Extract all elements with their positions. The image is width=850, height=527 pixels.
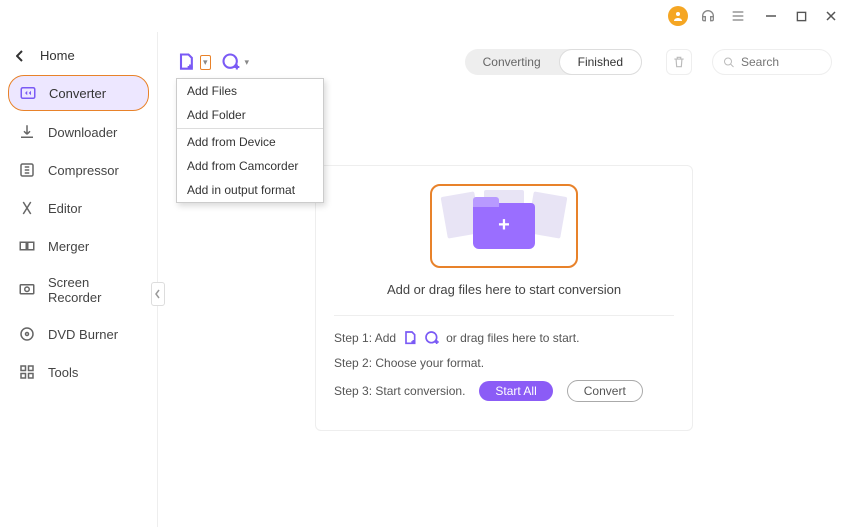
chevron-down-icon: ▾ bbox=[200, 55, 211, 70]
step-3-text: Step 3: Start conversion. bbox=[334, 384, 465, 398]
sidebar-item-dvd-burner[interactable]: DVD Burner bbox=[8, 317, 149, 351]
step-3: Step 3: Start conversion. Start All Conv… bbox=[334, 380, 674, 402]
tab-finished[interactable]: Finished bbox=[559, 49, 642, 75]
dropdown-item-add-output[interactable]: Add in output format bbox=[177, 178, 323, 202]
sidebar-home-label: Home bbox=[40, 48, 75, 63]
add-dropdown-menu: Add Files Add Folder Add from Device Add… bbox=[176, 78, 324, 203]
sidebar-item-label: Tools bbox=[48, 365, 78, 380]
convert-button[interactable]: Convert bbox=[567, 380, 643, 402]
drop-zone[interactable]: + bbox=[430, 184, 578, 268]
dropdown-item-add-folder[interactable]: Add Folder bbox=[177, 103, 323, 127]
sidebar-item-label: Editor bbox=[48, 201, 82, 216]
sidebar: Home Converter Downloader Compressor Edi… bbox=[0, 32, 158, 527]
sidebar-item-tools[interactable]: Tools bbox=[8, 355, 149, 389]
sidebar-item-downloader[interactable]: Downloader bbox=[8, 115, 149, 149]
step-1-suffix: or drag files here to start. bbox=[446, 331, 579, 345]
sidebar-collapse-button[interactable] bbox=[151, 282, 165, 306]
sidebar-home[interactable]: Home bbox=[6, 40, 151, 71]
downloader-icon bbox=[18, 123, 36, 141]
search-input[interactable] bbox=[741, 55, 821, 69]
plus-icon: + bbox=[498, 214, 510, 237]
headset-icon[interactable] bbox=[698, 6, 718, 26]
dropdown-item-add-files[interactable]: Add Files bbox=[177, 79, 323, 103]
dvd-burner-icon bbox=[18, 325, 36, 343]
search-box[interactable] bbox=[712, 49, 832, 75]
close-button[interactable] bbox=[824, 9, 838, 23]
sidebar-item-label: Compressor bbox=[48, 163, 119, 178]
step-2: Step 2: Choose your format. bbox=[334, 356, 674, 370]
sidebar-item-label: Merger bbox=[48, 239, 89, 254]
disc-add-icon bbox=[424, 330, 440, 346]
dropdown-item-add-device[interactable]: Add from Device bbox=[177, 130, 323, 154]
merger-icon bbox=[18, 237, 36, 255]
step-2-text: Step 2: Choose your format. bbox=[334, 356, 484, 370]
converter-icon bbox=[19, 84, 37, 102]
toolbar: ▾ ▾ Converting Finished Add Files Add Fo… bbox=[176, 44, 832, 80]
tab-converting[interactable]: Converting bbox=[465, 49, 559, 75]
dropdown-separator bbox=[177, 128, 323, 129]
sidebar-item-compressor[interactable]: Compressor bbox=[8, 153, 149, 187]
step-1-prefix: Step 1: Add bbox=[334, 331, 396, 345]
sidebar-item-label: Converter bbox=[49, 86, 106, 101]
chevron-down-icon: ▾ bbox=[245, 57, 250, 68]
sidebar-item-converter[interactable]: Converter bbox=[8, 75, 149, 111]
search-icon bbox=[723, 56, 735, 69]
back-icon bbox=[16, 50, 24, 62]
start-all-button[interactable]: Start All bbox=[479, 381, 552, 401]
sidebar-item-label: Screen Recorder bbox=[48, 275, 139, 305]
drop-zone-message: Add or drag files here to start conversi… bbox=[334, 282, 674, 297]
maximize-button[interactable] bbox=[794, 9, 808, 23]
trash-button[interactable] bbox=[666, 49, 692, 75]
add-disc-button[interactable]: ▾ bbox=[221, 52, 250, 72]
status-tabs: Converting Finished bbox=[465, 49, 642, 75]
tools-icon bbox=[18, 363, 36, 381]
sidebar-item-merger[interactable]: Merger bbox=[8, 229, 149, 263]
menu-icon[interactable] bbox=[728, 6, 748, 26]
sidebar-item-label: Downloader bbox=[48, 125, 117, 140]
step-1: Step 1: Add or drag files here to start. bbox=[334, 330, 674, 346]
folder-icon: + bbox=[473, 203, 535, 249]
main-pane: ▾ ▾ Converting Finished Add Files Add Fo… bbox=[158, 32, 850, 527]
add-file-button[interactable]: ▾ bbox=[176, 52, 211, 72]
sidebar-item-screen-recorder[interactable]: Screen Recorder bbox=[8, 267, 149, 313]
file-add-icon bbox=[402, 330, 418, 346]
editor-icon bbox=[18, 199, 36, 217]
sidebar-item-editor[interactable]: Editor bbox=[8, 191, 149, 225]
minimize-button[interactable] bbox=[764, 9, 778, 23]
sidebar-item-label: DVD Burner bbox=[48, 327, 118, 342]
compressor-icon bbox=[18, 161, 36, 179]
steps-panel: Step 1: Add or drag files here to start.… bbox=[334, 315, 674, 402]
empty-state-card: + Add or drag files here to start conver… bbox=[315, 165, 693, 431]
screen-recorder-icon bbox=[18, 281, 36, 299]
dropdown-item-add-camcorder[interactable]: Add from Camcorder bbox=[177, 154, 323, 178]
avatar-icon[interactable] bbox=[668, 6, 688, 26]
titlebar bbox=[0, 0, 850, 32]
